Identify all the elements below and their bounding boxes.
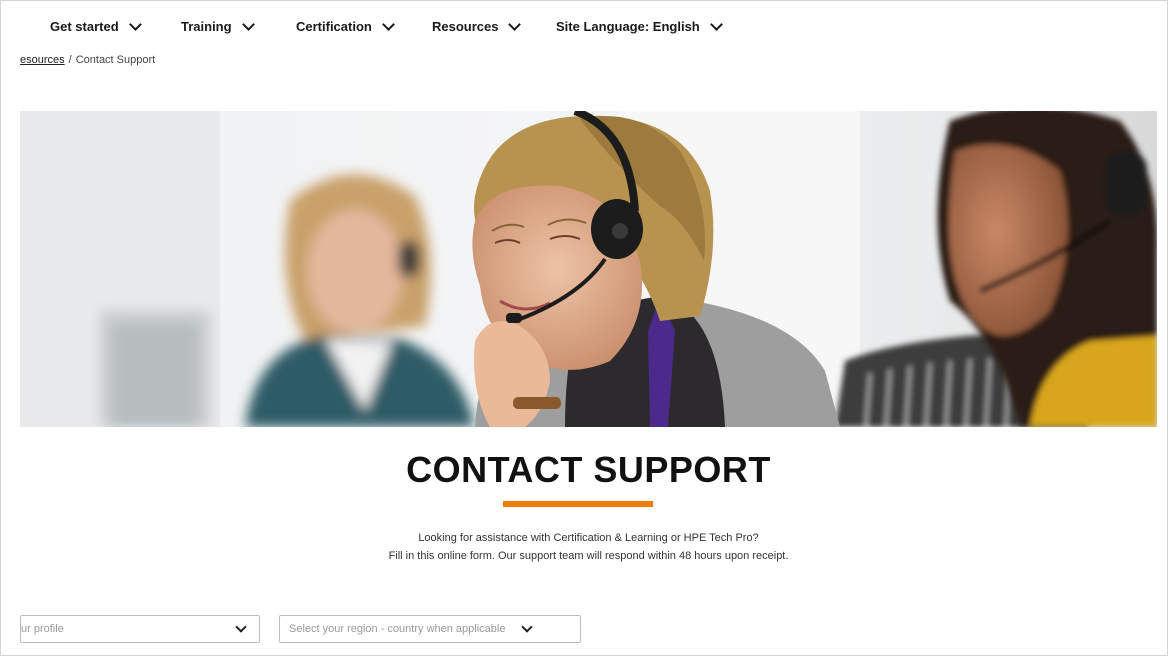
breadcrumb: esources / Contact Support — [20, 54, 155, 66]
nav-certification[interactable]: Certification — [296, 17, 395, 34]
breadcrumb-separator: / — [68, 54, 72, 66]
profile-select-placeholder: ur profile — [21, 623, 64, 635]
intro-line-2: Fill in this online form. Our support te… — [388, 550, 789, 562]
intro-line-1: Looking for assistance with Certificatio… — [418, 532, 759, 544]
chevron-down-icon — [128, 17, 142, 31]
chevron-down-icon — [521, 621, 534, 633]
intro-text: Looking for assistance with Certificatio… — [20, 529, 1157, 565]
nav-resources-label: Resources — [432, 19, 499, 34]
hero-image — [20, 111, 1157, 427]
page-title: CONTACT SUPPORT — [406, 449, 771, 490]
breadcrumb-current: Contact Support — [75, 54, 156, 66]
nav-get-started[interactable]: Get started — [50, 17, 142, 34]
page-frame: Get started Training Certification Resou… — [0, 0, 1168, 656]
chevron-down-icon — [709, 17, 723, 31]
chevron-down-icon — [235, 621, 247, 633]
breadcrumb-link-resources[interactable]: esources — [20, 54, 65, 66]
nav-resources[interactable]: Resources — [432, 17, 522, 34]
chevron-down-icon — [381, 17, 395, 31]
region-select[interactable]: Select your region - country when applic… — [279, 615, 581, 643]
nav-site-language-label: Site Language: English — [556, 19, 700, 34]
profile-select[interactable]: ur profile — [20, 615, 260, 643]
nav-site-language[interactable]: Site Language: English — [556, 17, 723, 34]
chevron-down-icon — [241, 17, 255, 31]
hero-banner — [20, 111, 1157, 427]
nav-training[interactable]: Training — [181, 17, 255, 34]
chevron-down-icon — [508, 17, 522, 31]
region-select-placeholder: Select your region - country when applic… — [289, 623, 506, 635]
nav-get-started-label: Get started — [50, 19, 119, 34]
nav-certification-label: Certification — [296, 19, 372, 34]
nav-training-label: Training — [181, 19, 232, 34]
top-navigation: Get started Training Certification Resou… — [20, 1, 1160, 53]
title-underline-accent — [503, 501, 653, 507]
